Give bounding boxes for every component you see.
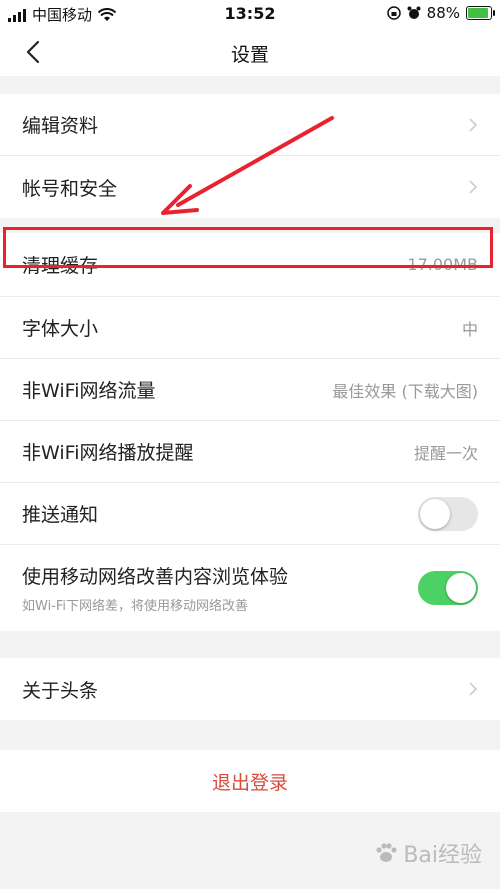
non-wifi-traffic-value: 最佳效果 (下载大图) [332, 381, 478, 401]
paw-icon [376, 843, 397, 862]
watermark-text: Bai经验 [403, 843, 482, 868]
status-right: 88% [386, 4, 495, 22]
logout-button[interactable]: 退出登录 [0, 750, 500, 812]
mobile-improve-row: 使用移动网络改善内容浏览体验 如Wi-Fi下网络差，将使用移动网络改善 [0, 545, 500, 631]
non-wifi-play-value: 提醒一次 [413, 443, 478, 463]
chevron-right-icon [469, 180, 478, 194]
push-notification-toggle[interactable] [418, 496, 478, 531]
settings-group-about: 关于头条 [0, 658, 500, 720]
edit-profile-row[interactable]: 编辑资料 [0, 94, 500, 156]
highlight-box [3, 227, 493, 268]
alarm-icon [407, 6, 421, 19]
mobile-improve-sublabel: 如Wi-Fi下网络差，将使用移动网络改善 [22, 599, 249, 614]
settings-group-account: 编辑资料 帐号和安全 [0, 94, 500, 218]
nav-bar: 设置 [0, 28, 500, 76]
push-notification-label: 推送通知 [22, 504, 99, 526]
lock-rotation-icon [386, 6, 401, 20]
non-wifi-play-row[interactable]: 非WiFi网络播放提醒 提醒一次 [0, 421, 500, 483]
settings-group-general: 清理缓存 17.00MB 字体大小 中 非WiFi网络流量 最佳效果 (下载大图… [0, 233, 500, 631]
push-notification-row: 推送通知 [0, 483, 500, 545]
account-security-label: 帐号和安全 [22, 177, 118, 200]
mobile-improve-toggle[interactable] [418, 571, 478, 605]
watermark: Bai经验 [373, 837, 482, 869]
font-size-label: 字体大小 [22, 318, 99, 340]
font-size-value: 中 [461, 319, 478, 339]
status-bar: 中国移动 13:52 88% [0, 0, 500, 28]
non-wifi-traffic-label: 非WiFi网络流量 [22, 380, 156, 402]
toggle-knob [446, 573, 476, 603]
font-size-row[interactable]: 字体大小 中 [0, 297, 500, 359]
account-security-row[interactable]: 帐号和安全 [0, 156, 500, 218]
about-label: 关于头条 [22, 679, 99, 702]
toggle-knob [420, 498, 450, 529]
page-title: 设置 [230, 44, 269, 66]
about-row[interactable]: 关于头条 [0, 658, 500, 720]
edit-profile-label: 编辑资料 [22, 115, 99, 137]
chevron-right-icon [469, 682, 478, 696]
non-wifi-play-label: 非WiFi网络播放提醒 [22, 442, 194, 464]
battery-fill [468, 8, 488, 18]
chevron-right-icon [469, 117, 478, 132]
battery-icon [466, 6, 495, 20]
non-wifi-traffic-row[interactable]: 非WiFi网络流量 最佳效果 (下载大图) [0, 359, 500, 421]
mobile-improve-label: 使用移动网络改善内容浏览体验 [22, 566, 289, 588]
battery-percent: 88% [426, 4, 460, 22]
